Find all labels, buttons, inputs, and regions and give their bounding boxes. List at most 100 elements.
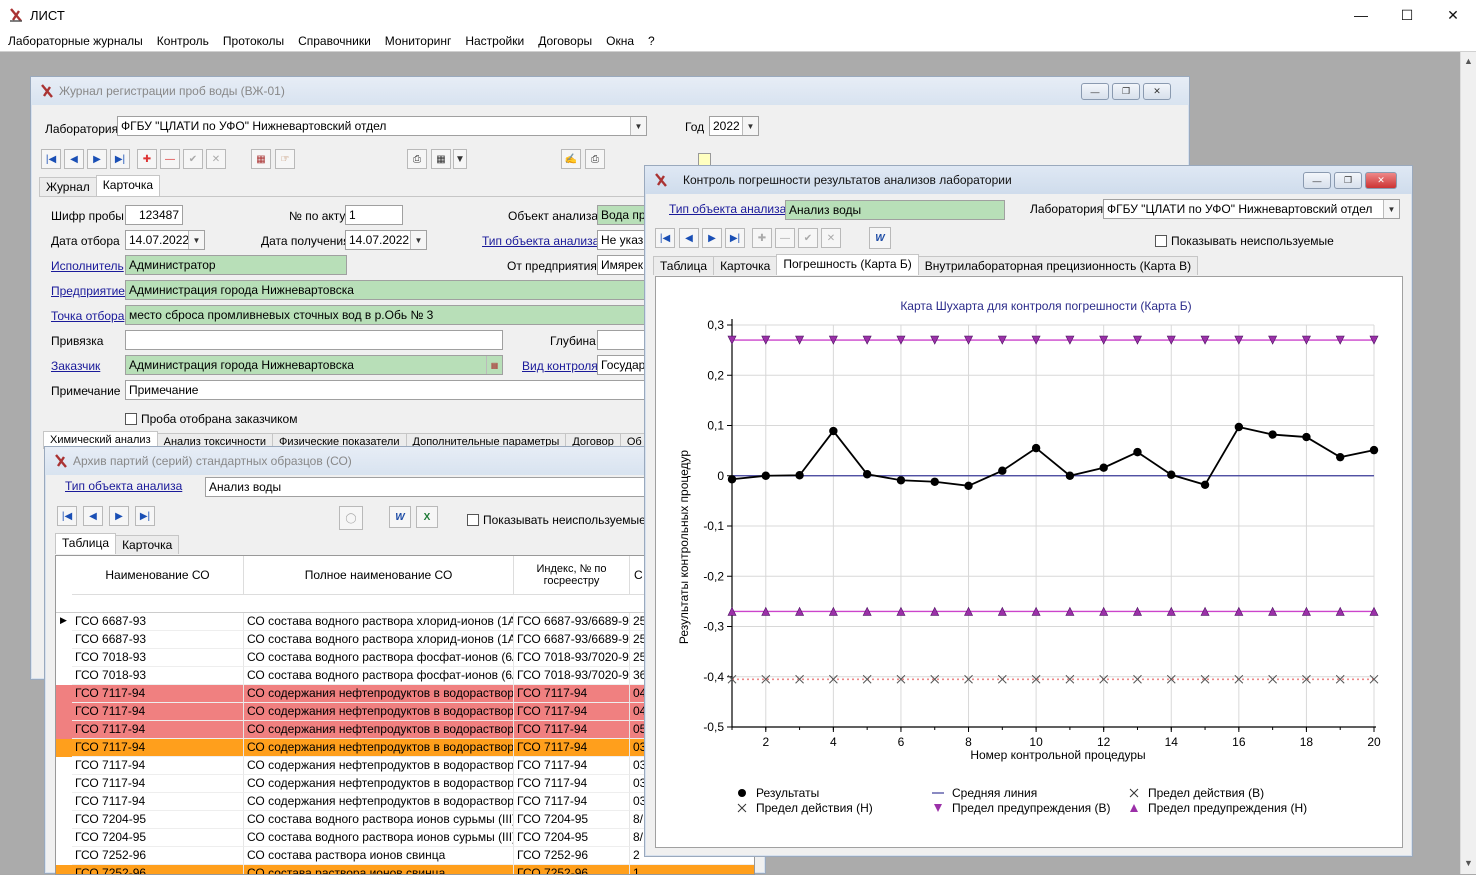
word-export-icon[interactable]: W — [389, 506, 411, 528]
chevron-down-icon[interactable]: ▼ — [1383, 200, 1399, 218]
tab-card[interactable]: Карточка — [713, 256, 778, 275]
menu-item-7[interactable]: Окна — [606, 34, 634, 48]
lookup-icon[interactable]: ▦ — [486, 356, 502, 374]
chevron-down-icon[interactable]: ▼ — [630, 117, 646, 135]
act-input[interactable]: 1 — [345, 205, 403, 225]
delete-icon[interactable]: — — [775, 228, 795, 248]
restore-icon[interactable]: ❐ — [1334, 172, 1362, 189]
filter-icon[interactable]: ◯ — [339, 506, 363, 530]
col-name-header[interactable]: Наименование СО — [72, 556, 244, 594]
prev-record-icon[interactable]: ◀ — [64, 149, 84, 169]
next-record-icon[interactable]: ▶ — [702, 228, 722, 248]
sign-icon[interactable]: ✍ — [561, 149, 581, 169]
x-tick-label: 20 — [1367, 735, 1381, 749]
control-lab-select[interactable]: ФГБУ "ЦЛАТИ по УФО" Нижневартовский отде… — [1103, 199, 1400, 219]
tab-card[interactable]: Карточка — [95, 175, 161, 196]
first-record-icon[interactable]: |◀ — [655, 228, 675, 248]
chevron-down-icon[interactable]: ▼ — [188, 231, 204, 249]
menu-item-4[interactable]: Мониторинг — [385, 34, 452, 48]
next-record-icon[interactable]: ▶ — [87, 149, 107, 169]
chevron-down-icon[interactable]: ▼ — [410, 231, 426, 249]
calculator-icon[interactable]: ▦ — [431, 149, 451, 169]
first-record-icon[interactable]: |◀ — [57, 506, 77, 526]
prev-record-icon[interactable]: ◀ — [679, 228, 699, 248]
mdi-scrollbar[interactable]: ▲ ▼ — [1460, 52, 1476, 874]
binding-input[interactable] — [125, 330, 503, 350]
point-link[interactable]: Точка отбора — [51, 309, 124, 323]
date-recv-input[interactable]: 14.07.2022 ▼ — [345, 230, 427, 250]
control-objtype-link[interactable]: Тип объекта анализа — [669, 202, 786, 216]
restore-icon[interactable]: ❐ — [1112, 83, 1140, 100]
menu-item-5[interactable]: Настройки — [465, 34, 524, 48]
control-objtype-input[interactable]: Анализ воды — [785, 200, 1005, 220]
last-record-icon[interactable]: ▶| — [110, 149, 130, 169]
by-customer-checkbox[interactable] — [125, 413, 137, 425]
executor-input[interactable]: Администратор — [125, 255, 347, 275]
minimize-icon[interactable]: — — [1338, 0, 1384, 30]
table-cell-full: СО состава водного раствора фосфат-ионов… — [244, 649, 514, 667]
print-form-icon[interactable]: ⎙ — [585, 149, 605, 169]
add-icon[interactable]: ✚ — [752, 228, 772, 248]
tab-table[interactable]: Таблица — [55, 533, 117, 554]
year-label: Год — [685, 120, 705, 134]
tab-precision-chart[interactable]: Внутрилабораторная прецизионность (Карта… — [917, 256, 1199, 275]
chevron-down-icon[interactable]: ▼ — [453, 149, 467, 169]
maximize-icon[interactable]: ☐ — [1384, 0, 1430, 30]
print-icon[interactable]: ⎙ — [407, 149, 427, 169]
menu-item-3[interactable]: Справочники — [298, 34, 371, 48]
next-record-icon[interactable]: ▶ — [109, 506, 129, 526]
customer-input[interactable]: Администрация города Нижневартовска ▦ — [125, 355, 503, 375]
archive-objtype-input[interactable]: Анализ воды — [205, 477, 645, 497]
delete-icon[interactable]: — — [160, 149, 180, 169]
executor-link[interactable]: Исполнитель — [51, 259, 124, 273]
control-link[interactable]: Вид контроля — [522, 359, 598, 373]
minimize-icon[interactable]: — — [1081, 83, 1109, 100]
copy-record-icon[interactable]: ▦ — [251, 149, 271, 169]
current-row-indicator-icon: ▶ — [60, 615, 67, 625]
control-show-unused-checkbox[interactable] — [1155, 235, 1167, 247]
enterprise-link[interactable]: Предприятие — [51, 284, 125, 298]
note-input[interactable]: Примечание — [125, 380, 657, 400]
tab-journal[interactable]: Журнал — [39, 177, 97, 196]
first-record-icon[interactable]: |◀ — [41, 149, 61, 169]
col-index-header[interactable]: Индекс, № по госреестру — [514, 556, 630, 594]
close-icon[interactable]: ✕ — [1365, 172, 1397, 189]
enterprise-input[interactable]: Администрация города Нижневартовска — [125, 280, 657, 300]
year-select[interactable]: 2022 ▼ — [709, 116, 759, 136]
confirm-icon[interactable]: ✔ — [183, 149, 203, 169]
objtype-link[interactable]: Тип объекта анализа — [482, 234, 599, 248]
date-sample-input[interactable]: 14.07.2022 ▼ — [125, 230, 205, 250]
export-record-icon[interactable]: ☞ — [275, 149, 295, 169]
tab-error-chart[interactable]: Погрешность (Карта Б) — [776, 254, 919, 275]
menu-item-1[interactable]: Контроль — [157, 34, 209, 48]
excel-export-icon[interactable]: X — [416, 506, 438, 528]
tab-table[interactable]: Таблица — [653, 256, 715, 275]
col-full-header[interactable]: Полное наименование СО — [244, 556, 514, 594]
table-cell-index: ГСО 7117-94 — [514, 703, 630, 721]
menu-item-2[interactable]: Протоколы — [223, 34, 284, 48]
cancel-icon[interactable]: ✕ — [821, 228, 841, 248]
table-cell-name: ГСО 7117-94 — [72, 703, 244, 721]
last-record-icon[interactable]: ▶| — [725, 228, 745, 248]
minimize-icon[interactable]: — — [1303, 172, 1331, 189]
close-icon[interactable]: ✕ — [1430, 0, 1476, 30]
menu-item-8[interactable]: ? — [648, 34, 655, 48]
point-input[interactable]: место сброса промливневых сточных вод в … — [125, 305, 657, 325]
menu-item-6[interactable]: Договоры — [538, 34, 592, 48]
lab-select[interactable]: ФГБУ "ЦЛАТИ по УФО" Нижневартовский отде… — [117, 116, 647, 136]
archive-show-unused-checkbox[interactable] — [467, 514, 479, 526]
prev-record-icon[interactable]: ◀ — [83, 506, 103, 526]
customer-link[interactable]: Заказчик — [51, 359, 100, 373]
cancel-icon[interactable]: ✕ — [206, 149, 226, 169]
tab-card[interactable]: Карточка — [115, 535, 180, 554]
menu-item-0[interactable]: Лабораторные журналы — [8, 34, 143, 48]
cipher-input[interactable]: 123487 — [125, 205, 183, 225]
confirm-icon[interactable]: ✔ — [798, 228, 818, 248]
last-record-icon[interactable]: ▶| — [135, 506, 155, 526]
journal-titlebar: Журнал регистрации проб воды (ВЖ-01) — [31, 77, 1189, 105]
close-icon[interactable]: ✕ — [1143, 83, 1171, 100]
archive-objtype-link[interactable]: Тип объекта анализа — [65, 479, 182, 493]
chevron-down-icon[interactable]: ▼ — [742, 117, 758, 135]
add-icon[interactable]: ✚ — [137, 149, 157, 169]
word-export-icon[interactable]: W — [869, 227, 891, 249]
